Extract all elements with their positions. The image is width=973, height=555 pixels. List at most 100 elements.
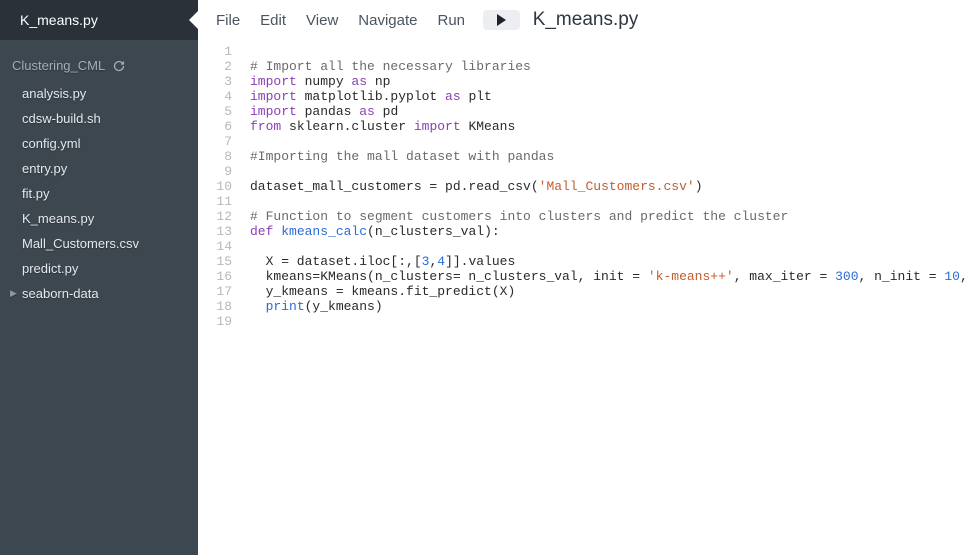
file-label: Mall_Customers.csv (22, 236, 139, 251)
line-number: 9 (198, 164, 232, 179)
line-number: 13 (198, 224, 232, 239)
file-item-4[interactable]: fit.py (0, 181, 198, 206)
token: as (351, 74, 367, 89)
line-number: 5 (198, 104, 232, 119)
line-number: 15 (198, 254, 232, 269)
file-label: cdsw-build.sh (22, 111, 101, 126)
file-label: predict.py (22, 261, 78, 276)
code-editor[interactable]: 12345678910111213141516171819 # Import a… (198, 40, 973, 555)
line-number: 16 (198, 269, 232, 284)
line-number: 2 (198, 59, 232, 74)
token: kmeans_calc (281, 224, 367, 239)
menu-file[interactable]: File (216, 12, 240, 29)
token: import (250, 104, 297, 119)
file-item-1[interactable]: cdsw-build.sh (0, 106, 198, 131)
file-label: K_means.py (22, 211, 94, 226)
code-line[interactable] (250, 194, 968, 209)
token: dataset_mall_customers = pd.read_csv( (250, 179, 539, 194)
file-item-6[interactable]: Mall_Customers.csv (0, 231, 198, 256)
line-gutter: 12345678910111213141516171819 (198, 44, 238, 555)
token (250, 299, 266, 314)
menu-edit[interactable]: Edit (260, 12, 286, 29)
file-item-5[interactable]: K_means.py (0, 206, 198, 231)
code-line[interactable]: import matplotlib.pyplot as plt (250, 89, 968, 104)
token: ]].values (445, 254, 515, 269)
code-line[interactable]: dataset_mall_customers = pd.read_csv('Ma… (250, 179, 968, 194)
code-line[interactable]: X = dataset.iloc[:,[3,4]].values (250, 254, 968, 269)
code-line[interactable] (250, 44, 968, 59)
token: 4 (437, 254, 445, 269)
refresh-icon[interactable] (113, 60, 125, 72)
play-icon (497, 14, 506, 26)
token: print (266, 299, 305, 314)
token: X = dataset.iloc[:,[ (250, 254, 422, 269)
token: pandas (297, 104, 359, 119)
line-number: 11 (198, 194, 232, 209)
menu-bar: File Edit View Navigate Run (216, 12, 465, 29)
code-line[interactable]: y_kmeans = kmeans.fit_predict(X) (250, 284, 968, 299)
token: #Importing the mall dataset with pandas (250, 149, 554, 164)
token: # Function to segment customers into clu… (250, 209, 788, 224)
token: 300 (835, 269, 858, 284)
file-item-0[interactable]: analysis.py (0, 81, 198, 106)
main-pane: File Edit View Navigate Run K_means.py 1… (198, 0, 973, 555)
line-number: 4 (198, 89, 232, 104)
token: np (367, 74, 390, 89)
menu-run[interactable]: Run (437, 12, 465, 29)
token: kmeans=KMeans(n_clusters= n_clusters_val… (250, 269, 648, 284)
folder-item-8[interactable]: ▶seaborn-data (0, 281, 198, 306)
token: 'Mall_Customers.csv' (539, 179, 695, 194)
file-label: config.yml (22, 136, 81, 151)
token: KMeans (461, 119, 516, 134)
file-item-7[interactable]: predict.py (0, 256, 198, 281)
code-line[interactable]: print(y_kmeans) (250, 299, 968, 314)
topbar: File Edit View Navigate Run K_means.py (198, 0, 973, 40)
line-number: 17 (198, 284, 232, 299)
token: , n_init = (859, 269, 945, 284)
run-button[interactable] (483, 10, 520, 30)
code-line[interactable]: import pandas as pd (250, 104, 968, 119)
file-label: analysis.py (22, 86, 86, 101)
token: , (960, 269, 968, 284)
token: y_kmeans = kmeans.fit_predict(X) (250, 284, 515, 299)
line-number: 12 (198, 209, 232, 224)
token: def (250, 224, 273, 239)
code-line[interactable] (250, 314, 968, 329)
token: as (445, 89, 461, 104)
code-line[interactable]: kmeans=KMeans(n_clusters= n_clusters_val… (250, 269, 968, 284)
line-number: 6 (198, 119, 232, 134)
token: (n_clusters_val): (367, 224, 500, 239)
token: as (359, 104, 375, 119)
project-header[interactable]: Clustering_CML (0, 40, 198, 79)
code-line[interactable]: # Function to segment customers into clu… (250, 209, 968, 224)
line-number: 8 (198, 149, 232, 164)
menu-view[interactable]: View (306, 12, 338, 29)
file-item-2[interactable]: config.yml (0, 131, 198, 156)
line-number: 10 (198, 179, 232, 194)
code-content[interactable]: # Import all the necessary librariesimpo… (238, 44, 968, 555)
token: sklearn.cluster (281, 119, 414, 134)
file-label: entry.py (22, 161, 67, 176)
code-line[interactable] (250, 134, 968, 149)
token: 'k-means++' (648, 269, 734, 284)
token: # Import all the necessary libraries (250, 59, 531, 74)
page-title: K_means.py (533, 9, 639, 31)
code-line[interactable]: def kmeans_calc(n_clusters_val): (250, 224, 968, 239)
line-number: 14 (198, 239, 232, 254)
token: matplotlib.pyplot (297, 89, 445, 104)
line-number: 1 (198, 44, 232, 59)
code-line[interactable]: # Import all the necessary libraries (250, 59, 968, 74)
code-line[interactable]: import numpy as np (250, 74, 968, 89)
code-line[interactable]: from sklearn.cluster import KMeans (250, 119, 968, 134)
project-name: Clustering_CML (12, 58, 105, 73)
menu-navigate[interactable]: Navigate (358, 12, 417, 29)
active-file-tab[interactable]: K_means.py (0, 0, 198, 40)
code-line[interactable] (250, 164, 968, 179)
active-file-label: K_means.py (20, 12, 98, 28)
code-line[interactable] (250, 239, 968, 254)
code-line[interactable]: #Importing the mall dataset with pandas (250, 149, 968, 164)
token: import (250, 89, 297, 104)
sidebar: K_means.py Clustering_CML analysis.py cds… (0, 0, 198, 555)
file-item-3[interactable]: entry.py (0, 156, 198, 181)
token: , max_iter = (734, 269, 835, 284)
